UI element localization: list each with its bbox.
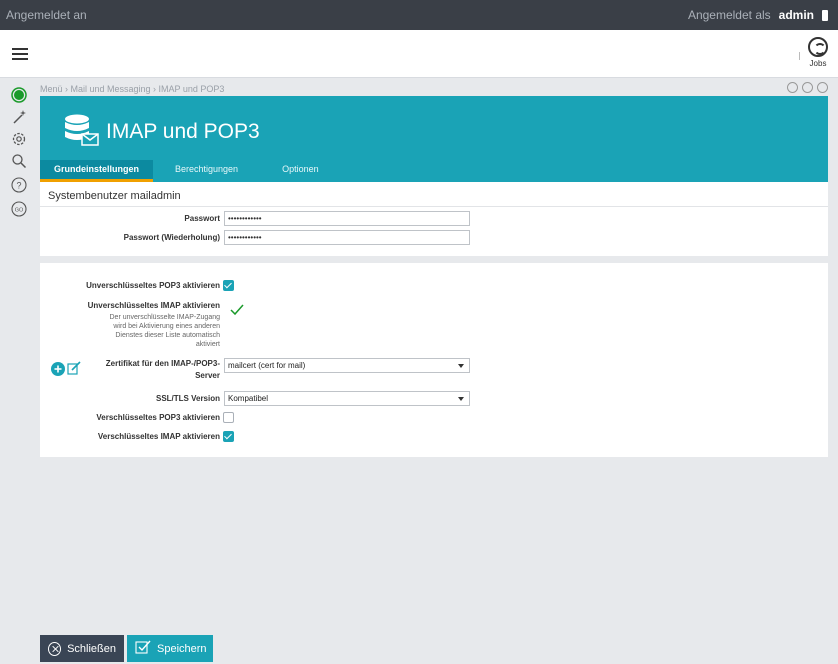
refresh-icon[interactable] — [802, 82, 813, 93]
menu-icon[interactable] — [12, 48, 28, 60]
tls-version-select[interactable]: Kompatibel — [224, 391, 470, 406]
jobs-button[interactable]: Jobs — [806, 37, 830, 68]
database-mail-icon — [62, 112, 100, 150]
imap-unencrypted-check-icon[interactable] — [230, 303, 244, 321]
imap-unencrypted-label: Unverschlüsseltes IMAP aktivieren — [87, 301, 220, 310]
close-button[interactable]: Schließen — [40, 635, 124, 662]
password-field[interactable]: •••••••••••• — [224, 211, 470, 226]
tab-grundeinstellungen[interactable]: Grundeinstellungen — [40, 160, 154, 182]
status-icon[interactable] — [10, 86, 28, 104]
svg-text:GO: GO — [15, 207, 24, 213]
password-repeat-field[interactable]: •••••••••••• — [224, 230, 470, 245]
jobs-label: Jobs — [809, 59, 827, 68]
breadcrumb[interactable]: Menü › Mail und Messaging › IMAP und POP… — [40, 84, 224, 94]
service-settings-panel: Unverschlüsseltes POP3 aktivieren Unvers… — [40, 263, 828, 457]
pop3-encrypted-checkbox[interactable] — [223, 412, 234, 423]
divider — [40, 206, 828, 207]
close-button-label: Schließen — [67, 642, 116, 655]
user-name[interactable]: admin — [779, 8, 814, 22]
system-user-panel: Systembenutzer mailadmin Passwort ••••••… — [40, 182, 828, 256]
password-repeat-label: Passwort (Wiederholung) — [123, 233, 220, 242]
password-label: Passwort — [184, 214, 220, 223]
help-icon[interactable] — [787, 82, 798, 93]
jobs-icon — [808, 37, 828, 57]
logout-icon[interactable] — [822, 9, 828, 21]
separator — [799, 52, 800, 60]
save-button-label: Speichern — [157, 642, 207, 655]
certificate-label: Zertifikat für den IMAP-/POP3- Server — [105, 359, 220, 380]
tab-berechtigungen[interactable]: Berechtigungen — [153, 160, 260, 182]
imap-encrypted-label: Verschlüsseltes IMAP aktivieren — [97, 432, 220, 441]
settings-icon[interactable] — [10, 130, 28, 148]
page-title: IMAP und POP3 — [106, 120, 260, 143]
imap-encrypted-checkbox[interactable] — [223, 431, 234, 442]
section-title: Systembenutzer mailadmin — [48, 190, 181, 202]
pop3-unencrypted-label: Unverschlüsseltes POP3 aktivieren — [86, 281, 220, 290]
search-icon[interactable] — [10, 152, 28, 170]
help-icon[interactable]: ? — [10, 176, 28, 194]
user-info: Angemeldet als admin — [688, 8, 828, 22]
save-check-icon — [135, 640, 151, 657]
imap-hint: Der unverschlüsselte IMAP-Zugang wird be… — [109, 314, 221, 348]
top-bar: Angemeldet an Angemeldet als admin — [0, 0, 838, 30]
close-circle-icon — [48, 641, 62, 656]
tab-bar: Grundeinstellungen Berechtigungen Option… — [40, 160, 341, 182]
logged-as-label: Angemeldet als — [687, 8, 771, 22]
app-header: Jobs — [0, 30, 838, 78]
tab-optionen[interactable]: Optionen — [260, 160, 341, 182]
window-controls — [787, 82, 828, 93]
icon-sidebar: ? GO — [0, 78, 36, 664]
pop3-unencrypted-checkbox[interactable] — [223, 280, 234, 291]
go-icon[interactable]: GO — [10, 200, 28, 218]
close-icon[interactable] — [817, 82, 828, 93]
certificate-select[interactable]: mailcert (cert for mail) — [224, 358, 470, 373]
tls-version-label: SSL/TLS Version — [155, 394, 220, 403]
svg-text:?: ? — [16, 181, 21, 191]
save-button[interactable]: Speichern — [127, 635, 213, 662]
pop3-encrypted-label: Verschlüsseltes POP3 aktivieren — [96, 413, 220, 422]
login-status: Angemeldet an — [6, 8, 87, 22]
wizard-icon[interactable] — [10, 108, 28, 126]
module-header: IMAP und POP3 Grundeinstellungen Berecht… — [40, 96, 828, 182]
